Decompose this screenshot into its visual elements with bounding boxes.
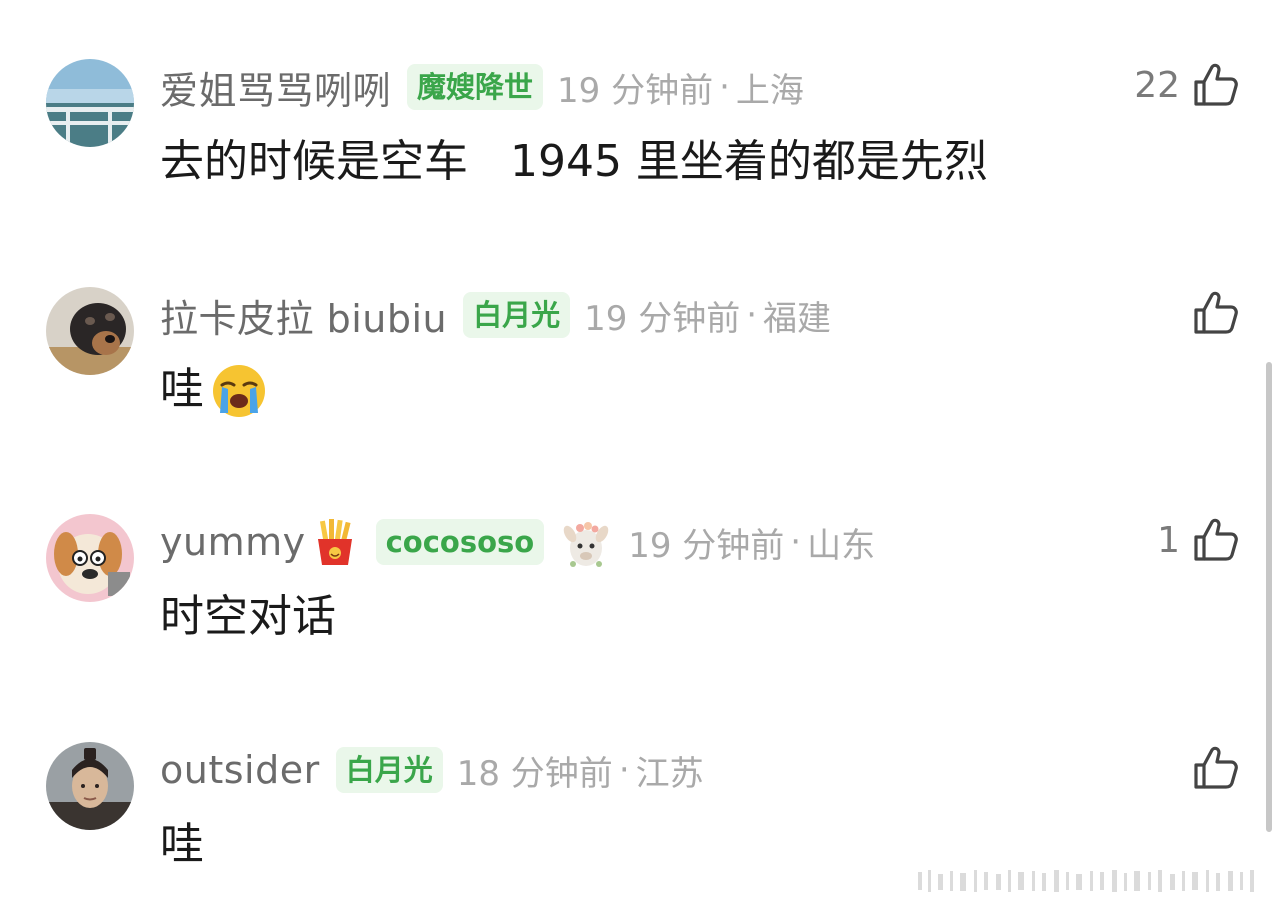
cartoon-dog-avatar[interactable] bbox=[46, 514, 134, 602]
comment-location: 江苏 bbox=[635, 753, 704, 794]
comment-time: 19 分钟前 bbox=[628, 525, 785, 566]
meta-separator: · bbox=[719, 67, 730, 107]
like-button[interactable] bbox=[1180, 285, 1240, 341]
username[interactable]: 爱姐骂骂咧咧 bbox=[160, 60, 391, 115]
seaside-railing-avatar[interactable] bbox=[46, 59, 134, 147]
comment-location: 上海 bbox=[735, 70, 804, 111]
comment-meta: outsider 白月光 18 分钟前 · 江苏 bbox=[160, 745, 704, 795]
user-badge[interactable]: cocososo bbox=[375, 519, 545, 565]
comment-body: 去的时候是空车 1945 里坐着的都是先烈 bbox=[160, 136, 988, 187]
username[interactable]: 拉卡皮拉 biubiu bbox=[160, 288, 447, 343]
meta-separator: · bbox=[746, 295, 758, 335]
like-button[interactable] bbox=[1180, 740, 1240, 796]
thumbs-up-icon[interactable] bbox=[1190, 743, 1240, 793]
comment-body: 哇 bbox=[160, 364, 204, 415]
user-badge[interactable]: 白月光 bbox=[463, 292, 571, 338]
thumbs-up-icon[interactable] bbox=[1190, 60, 1240, 110]
man-portrait-avatar[interactable] bbox=[46, 742, 134, 830]
comment-meta: yummy cocososo 19 分钟前 · 山东 bbox=[160, 517, 875, 567]
like-count: 1 bbox=[1157, 519, 1180, 561]
like-button[interactable]: 22 bbox=[1134, 57, 1240, 113]
comment-body: 时空对话 bbox=[160, 591, 336, 642]
comment-text: 去的时候是空车 1945 里坐着的都是先烈 bbox=[160, 133, 988, 191]
comment-location: 山东 bbox=[807, 525, 876, 566]
meta-separator: · bbox=[790, 522, 802, 562]
like-button[interactable]: 1 bbox=[1157, 512, 1240, 568]
comment-time: 19 分钟前 bbox=[584, 298, 741, 339]
comment-time: 18 分钟前 bbox=[456, 753, 613, 794]
comment-body: 哇 bbox=[160, 819, 204, 870]
username[interactable]: outsider bbox=[160, 748, 320, 792]
comment-text: 哇 bbox=[160, 816, 204, 874]
user-badge[interactable]: 魔嫂降世 bbox=[407, 64, 544, 110]
comment-text: 时空对话 bbox=[160, 588, 336, 646]
masked-dog-avatar[interactable] bbox=[46, 287, 134, 375]
user-badge[interactable]: 白月光 bbox=[335, 747, 443, 793]
comment-text: 哇 bbox=[160, 361, 268, 419]
meta-separator: · bbox=[618, 750, 630, 790]
comment-list: 爱姐骂骂咧咧 魔嫂降世 19 分钟前 · 上海 去的时候是空车 1945 里坐着… bbox=[0, 0, 1274, 913]
crying-face-emoji bbox=[210, 361, 268, 419]
comment-meta: 拉卡皮拉 biubiu 白月光 19 分钟前 · 福建 bbox=[160, 288, 832, 343]
scrollbar[interactable] bbox=[1266, 362, 1272, 832]
french-fries-emoji bbox=[310, 517, 360, 567]
comment-location: 福建 bbox=[763, 298, 832, 339]
thumbs-up-icon[interactable] bbox=[1190, 515, 1240, 565]
thumbs-up-icon[interactable] bbox=[1190, 288, 1240, 338]
watermark bbox=[918, 870, 1254, 892]
comment-time: 19 分钟前 bbox=[557, 70, 714, 111]
comment-meta: 爱姐骂骂咧咧 魔嫂降世 19 分钟前 · 上海 bbox=[160, 60, 804, 115]
like-count: 22 bbox=[1134, 64, 1180, 106]
alpaca-sticker bbox=[558, 514, 614, 570]
username[interactable]: yummy bbox=[160, 520, 306, 564]
